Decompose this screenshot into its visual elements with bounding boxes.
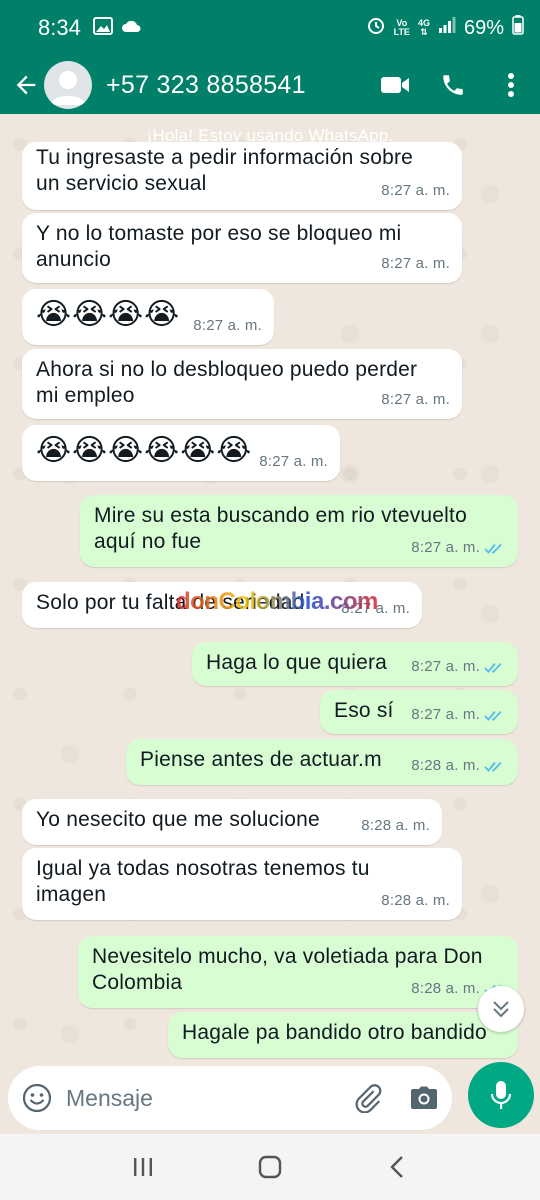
message-time: 8:27 a. m. [193,317,262,334]
system-navigation-bar [0,1134,540,1200]
message-bubble-outgoing[interactable]: Nevesitelo mucho, va voletiada para Don … [78,936,518,1008]
phone-icon [443,75,463,95]
camera-button[interactable] [396,1086,452,1110]
message-time: 8:27 a. m. [381,391,450,408]
message-meta: 8:27 a. m. [259,449,328,475]
video-call-button[interactable] [366,60,424,110]
message-bubble-incoming[interactable]: Yo nesecito que me solucione 8:28 a. m. [22,799,442,845]
message-meta: 8:27 a. m. [411,702,506,728]
read-receipt-icon [484,662,502,673]
message-time: 8:27 a. m. [381,255,450,272]
voice-message-button[interactable] [468,1062,534,1128]
more-options-button[interactable] [482,60,540,110]
recent-apps-button[interactable] [113,1142,173,1192]
message-meta: 8:27 a. m. [411,654,506,680]
cloud-icon [121,19,141,38]
message-bubble-outgoing[interactable]: Mire su esta buscando em rio vtevuelto a… [80,495,518,567]
microphone-icon [490,1081,512,1109]
alarm-icon [366,15,386,41]
voice-call-button[interactable] [424,60,482,110]
message-bubble-incoming[interactable]: 😭😭😭😭 8:27 a. m. [22,289,274,345]
message-bubble-incoming[interactable]: Tu ingresaste a pedir información sobre … [22,142,462,210]
status-right: Vo LTE 4G ⇅ 69% [366,15,524,41]
double-chevron-down-icon [493,1001,509,1018]
message-bubble-outgoing[interactable]: Hagale pa bandido otro bandido [168,1012,518,1058]
battery-percent: 69% [463,16,504,39]
back-button[interactable] [8,67,44,103]
message-text: Hagale pa bandido otro bandido [182,1021,487,1044]
back-nav-button[interactable] [367,1142,427,1192]
paperclip-icon [355,1084,382,1113]
volte-bottom: LTE [393,27,410,37]
battery-icon [512,15,524,41]
read-receipt-icon [484,761,502,772]
default-avatar-icon [50,71,86,105]
message-meta: 8:27 a. m. [381,387,450,413]
message-time: 8:28 a. m. [411,757,480,774]
status-bar: 8:34 Vo LTE 4G ⇅ 69% [0,0,540,56]
emoji-button[interactable] [8,1083,66,1113]
message-bubble-outgoing[interactable]: Haga lo que quiera 8:27 a. m. [192,642,518,686]
status-time: 8:34 [38,15,81,40]
chat-header: +57 323 8858541 [0,56,540,114]
attach-button[interactable] [340,1083,396,1113]
message-bubble-incoming[interactable]: Ahora si no lo desbloqueo puedo perder m… [22,349,462,419]
contact-name[interactable]: +57 323 8858541 [106,71,306,100]
message-bubble-outgoing[interactable]: Piense antes de actuar.m 8:28 a. m. [126,739,518,785]
message-time: 8:27 a. m. [381,182,450,199]
chevron-left-icon [389,1156,403,1178]
message-meta: 8:28 a. m. [381,888,450,914]
message-composer: Mensaje [0,1062,540,1134]
message-bubble-incoming[interactable]: 😭😭😭😭😭😭 8:27 a. m. [22,425,340,481]
read-receipt-icon [484,543,502,554]
home-icon [258,1155,282,1179]
home-button[interactable] [240,1142,300,1192]
message-meta: 8:27 a. m. [411,535,506,561]
message-meta: 8:28 a. m. [411,753,506,779]
message-time: 8:28 a. m. [411,980,480,997]
message-bubble-outgoing[interactable]: Eso sí 8:27 a. m. [320,690,518,734]
more-vert-icon [508,73,514,97]
video-call-icon [381,77,409,93]
message-meta: 8:27 a. m. [193,313,262,339]
message-input[interactable]: Mensaje [66,1085,340,1112]
back-arrow-icon [16,75,36,95]
message-time: 8:28 a. m. [381,892,450,909]
header-actions [366,60,540,110]
emoji-icon [22,1083,52,1113]
network-4g-indicator: 4G ⇅ [418,19,430,37]
data-arrows-icon: ⇅ [420,27,428,37]
volte-indicator: Vo LTE [394,19,410,37]
message-time: 8:28 a. m. [361,817,430,834]
watermark-logo: donColombia.com [176,588,378,615]
recent-apps-icon [134,1158,153,1176]
gallery-notification-icon [92,16,113,40]
camera-icon [411,1086,437,1109]
message-bubble-incoming[interactable]: Y no lo tomaste por eso se bloqueo mi an… [22,213,462,283]
chat-area[interactable]: ¡Hola! Estoy usando WhatsApp. Tu ingresa… [0,114,540,1062]
message-bubble-incoming[interactable]: Igual ya todas nosotras tenemos tu image… [22,848,462,920]
avatar[interactable] [44,61,92,109]
message-time: 8:27 a. m. [411,539,480,556]
signal-icon [438,16,456,40]
message-meta: 8:27 a. m. [381,251,450,277]
message-time: 8:27 a. m. [411,706,480,723]
scroll-to-bottom-button[interactable] [478,986,524,1032]
message-meta: 8:28 a. m. [361,813,430,839]
message-input-box[interactable]: Mensaje [8,1066,452,1130]
read-receipt-icon [484,710,502,721]
message-time: 8:27 a. m. [411,658,480,675]
message-meta: 8:27 a. m. [381,178,450,204]
message-time: 8:27 a. m. [259,453,328,470]
